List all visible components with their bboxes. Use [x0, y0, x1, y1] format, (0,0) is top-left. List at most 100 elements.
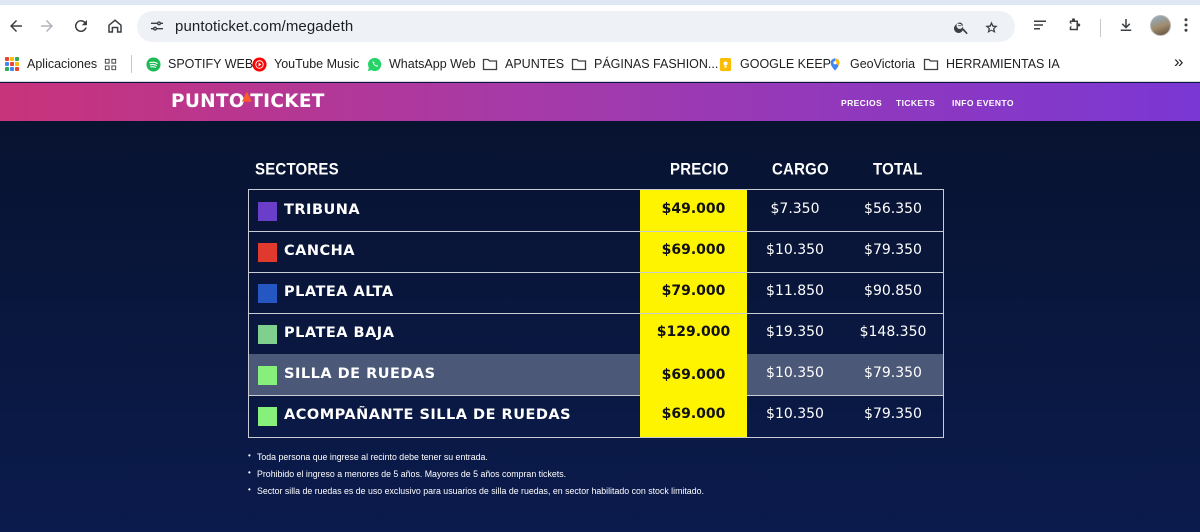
charge-cell: $7.350 — [770, 201, 820, 217]
bullet-icon: • — [248, 485, 251, 494]
reload-button[interactable] — [68, 13, 94, 39]
table-row-cancha[interactable]: CANCHA $69.000 $10.350 $79.350 — [249, 231, 943, 273]
bookmark-paginas-fashion[interactable]: PÁGINAS FASHION... — [571, 54, 718, 74]
bookmark-herramientas-ia[interactable]: HERRAMIENTAS IA — [923, 54, 1060, 74]
zoom-button[interactable] — [950, 16, 972, 38]
site-settings-icon[interactable] — [149, 18, 165, 34]
bookmark-label: YouTube Music — [274, 57, 360, 71]
table-row-silla-de-ruedas[interactable]: SILLA DE RUEDAS $69.000 $10.350 $79.350 — [249, 354, 943, 396]
sector-color-swatch — [258, 407, 277, 426]
note-text: Sector silla de ruedas es de uso exclusi… — [257, 486, 704, 496]
total-cell: $79.350 — [864, 365, 922, 381]
bookmark-label: Aplicaciones — [27, 57, 98, 71]
menu-button[interactable] — [1175, 14, 1197, 36]
price-cell: $79.000 — [661, 283, 726, 299]
reading-list-button[interactable] — [1029, 14, 1051, 36]
charge-cell: $10.350 — [766, 406, 824, 422]
home-button[interactable] — [102, 13, 128, 39]
spotify-icon — [145, 56, 161, 72]
toolbar-divider — [1100, 19, 1101, 37]
sector-name: PLATEA BAJA — [284, 325, 395, 341]
star-icon — [984, 20, 998, 33]
bookmark-star-button[interactable] — [980, 16, 1002, 38]
table-row-platea-alta[interactable]: PLATEA ALTA $79.000 $11.850 $90.850 — [249, 272, 943, 314]
puntoticket-logo[interactable]: PUNTO▲TICKET — [171, 89, 325, 112]
note-item: • Toda persona que ingrese al recinto deb… — [248, 449, 948, 466]
reload-icon — [74, 20, 87, 33]
url-text[interactable]: puntoticket.com/megadeth — [175, 18, 353, 35]
total-cell: $148.350 — [859, 324, 927, 340]
sector-name: ACOMPAÑANTE SILLA DE RUEDAS — [284, 407, 572, 423]
downloads-button[interactable] — [1115, 14, 1137, 36]
bookmark-geovictoria[interactable]: GeoVictoria — [827, 54, 915, 74]
price-cell: $129.000 — [656, 324, 731, 340]
main-content: SECTORES PRECIO CARGO TOTAL TRIBUNA $49.… — [0, 121, 1200, 532]
price-table: TRIBUNA $49.000 $7.350 $56.350 CANCHA $6… — [248, 189, 944, 438]
bookmark-label: WhatsApp Web — [389, 57, 476, 71]
apps-grid-icon — [4, 56, 20, 72]
nav-tickets[interactable]: TICKETS — [896, 98, 935, 108]
sector-name: SILLA DE RUEDAS — [284, 366, 436, 382]
bullet-icon: • — [248, 451, 251, 460]
bookmarks-overflow-button[interactable]: » — [1174, 52, 1183, 72]
table-row-platea-baja[interactable]: PLATEA BAJA $129.000 $19.350 $148.350 — [249, 313, 943, 355]
sector-name: TRIBUNA — [284, 202, 361, 218]
header-precio: PRECIO — [670, 159, 729, 180]
total-cell: $56.350 — [864, 201, 922, 217]
bookmarks-bar: Aplicaciones SPOTIFY WEB YouTube Music W… — [0, 47, 1200, 82]
header-cargo: CARGO — [772, 159, 829, 180]
bookmark-youtube-music[interactable]: YouTube Music — [251, 54, 359, 74]
flame-icon: ▲ — [241, 89, 253, 104]
logo-text-part: TICKET — [250, 91, 325, 112]
bookmark-aplicaciones[interactable]: Aplicaciones — [4, 54, 97, 74]
bookmark-label: APUNTES — [505, 57, 565, 71]
whatsapp-icon — [366, 56, 382, 72]
nav-precios[interactable]: PRECIOS — [841, 98, 882, 108]
browser-toolbar: puntoticket.com/megadeth — [0, 5, 1200, 47]
extensions-button[interactable] — [1064, 14, 1086, 36]
back-arrow-icon — [10, 20, 22, 32]
google-keep-icon — [717, 56, 733, 72]
address-bar[interactable]: puntoticket.com/megadeth — [137, 11, 1015, 42]
bookmark-label: GeoVictoria — [850, 57, 916, 71]
forward-arrow-icon — [41, 20, 53, 32]
charge-cell: $19.350 — [766, 324, 824, 340]
sector-color-swatch — [258, 202, 277, 221]
price-cell: $69.000 — [661, 242, 726, 258]
total-cell: $79.350 — [864, 406, 922, 422]
bookmark-label: GOOGLE KEEP — [740, 57, 832, 71]
nav-info-evento[interactable]: INFO EVENTO — [952, 98, 1014, 108]
sector-name: CANCHA — [284, 243, 355, 259]
sector-color-swatch — [258, 366, 277, 385]
bookmark-google-keep[interactable]: GOOGLE KEEP — [717, 54, 831, 74]
header-total: TOTAL — [873, 159, 923, 180]
bookmark-spotify[interactable]: SPOTIFY WEB — [145, 54, 253, 74]
notes-list: • Toda persona que ingrese al recinto deb… — [248, 449, 948, 500]
charge-cell: $11.850 — [766, 283, 824, 299]
kebab-menu-icon — [1184, 18, 1188, 32]
bookmark-label: HERRAMIENTAS IA — [946, 57, 1060, 71]
table-row-acompanante[interactable]: ACOMPAÑANTE SILLA DE RUEDAS $69.000 $10.… — [249, 395, 943, 437]
lines-icon — [1034, 20, 1046, 30]
logo-text-part: PUNT — [171, 91, 229, 112]
forward-button[interactable] — [34, 13, 60, 39]
bookmarks-divider — [131, 55, 132, 73]
bookmark-label: PÁGINAS FASHION... — [594, 57, 719, 71]
bookmark-whatsapp[interactable]: WhatsApp Web — [366, 54, 476, 74]
tab-groups-icon — [102, 56, 118, 72]
table-row-tribuna[interactable]: TRIBUNA $49.000 $7.350 $56.350 — [249, 190, 943, 232]
bookmark-apuntes[interactable]: APUNTES — [482, 54, 564, 74]
bookmark-tab-groups[interactable] — [102, 54, 125, 74]
sector-name: PLATEA ALTA — [284, 284, 394, 300]
note-item: • Prohibido el ingreso a menores de 5 año… — [248, 466, 948, 483]
profile-avatar[interactable] — [1150, 15, 1171, 36]
back-button[interactable] — [3, 13, 29, 39]
folder-icon — [571, 56, 587, 72]
sector-color-swatch — [258, 243, 277, 262]
puzzle-icon — [1069, 18, 1081, 31]
folder-icon — [482, 56, 498, 72]
total-cell: $90.850 — [864, 283, 922, 299]
charge-cell: $10.350 — [766, 242, 824, 258]
charge-cell: $10.350 — [766, 365, 824, 381]
price-cell: $49.000 — [661, 201, 726, 217]
